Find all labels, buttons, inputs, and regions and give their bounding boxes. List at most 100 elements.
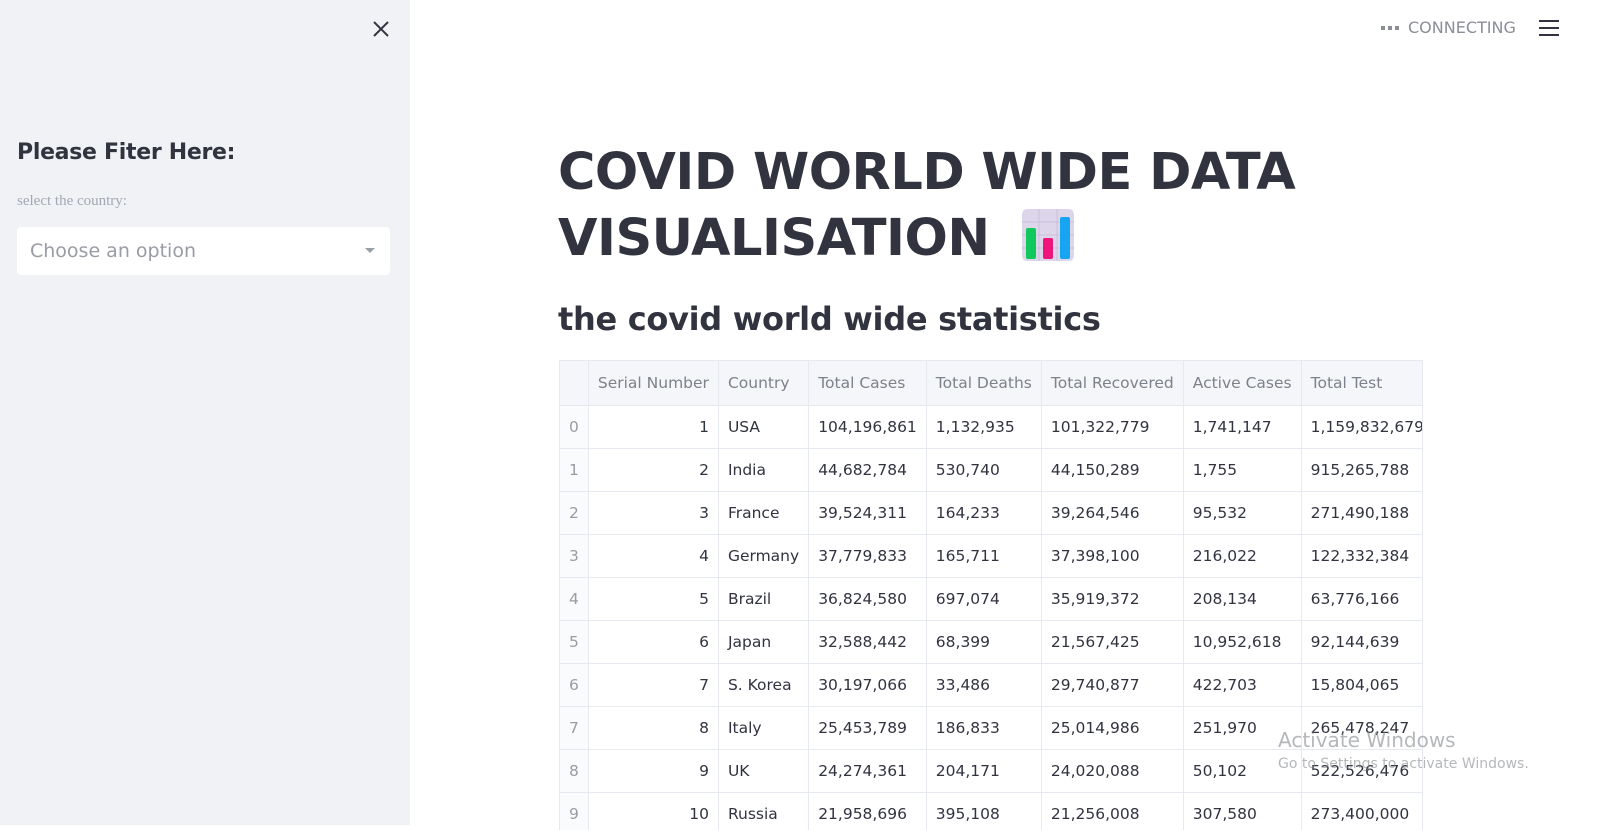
column-header[interactable]: Total Test: [1301, 361, 1422, 406]
index-column-header[interactable]: [560, 361, 589, 406]
table-cell[interactable]: 10,952,618: [1183, 620, 1302, 664]
table-cell[interactable]: 44,150,289: [1041, 448, 1184, 492]
row-index[interactable]: 8: [560, 749, 589, 793]
row-index[interactable]: 5: [560, 620, 589, 664]
column-header[interactable]: Country: [718, 361, 810, 406]
table-cell[interactable]: 25,014,986: [1041, 706, 1184, 750]
column-header[interactable]: Total Cases: [808, 361, 927, 406]
table-cell[interactable]: USA: [718, 405, 810, 449]
table-cell[interactable]: 1,132,935: [926, 405, 1042, 449]
table-cell[interactable]: 307,580: [1183, 792, 1302, 830]
connection-status: CONNECTING: [1381, 18, 1516, 37]
column-header[interactable]: Total Recovered: [1041, 361, 1184, 406]
table-cell[interactable]: 24,274,361: [808, 749, 927, 793]
table-cell[interactable]: 39,524,311: [808, 491, 927, 535]
table-cell[interactable]: 1: [588, 405, 719, 449]
column-header[interactable]: Serial Number: [588, 361, 719, 406]
table-cell[interactable]: 95,532: [1183, 491, 1302, 535]
table-cell[interactable]: 21,256,008: [1041, 792, 1184, 830]
table-cell[interactable]: 25,453,789: [808, 706, 927, 750]
table-cell[interactable]: 33,486: [926, 663, 1042, 707]
table-cell[interactable]: 6: [588, 620, 719, 664]
table-cell[interactable]: 9: [588, 749, 719, 793]
table-cell[interactable]: Russia: [718, 792, 810, 830]
main-menu-button[interactable]: [1539, 20, 1559, 36]
table-cell[interactable]: 4: [588, 534, 719, 578]
table-cell[interactable]: 63,776,166: [1301, 577, 1422, 621]
table-cell[interactable]: 186,833: [926, 706, 1042, 750]
row-index[interactable]: 7: [560, 706, 589, 750]
country-select[interactable]: Choose an option: [17, 227, 390, 275]
table-cell[interactable]: 164,233: [926, 491, 1042, 535]
table-cell[interactable]: 24,020,088: [1041, 749, 1184, 793]
table-cell[interactable]: 21,958,696: [808, 792, 927, 830]
row-index[interactable]: 3: [560, 534, 589, 578]
table-cell[interactable]: 39,264,546: [1041, 491, 1184, 535]
table-cell[interactable]: Italy: [718, 706, 810, 750]
table-row[interactable]: 6 7 S. Korea 30,197,066 33,486 29,740,877 422,…: [560, 663, 1422, 707]
table-row[interactable]: 3 4 Germany 37,779,833 165,711 37,398,100 216,…: [560, 534, 1422, 578]
table-cell[interactable]: 204,171: [926, 749, 1042, 793]
table-row[interactable]: 0 1 USA 104,196,861 1,132,935 101,322,779 1,74…: [560, 405, 1422, 449]
table-cell[interactable]: 44,682,784: [808, 448, 927, 492]
table-cell[interactable]: 29,740,877: [1041, 663, 1184, 707]
table-cell[interactable]: Brazil: [718, 577, 810, 621]
table-cell[interactable]: 15,804,065: [1301, 663, 1422, 707]
table-cell[interactable]: 32,588,442: [808, 620, 927, 664]
table-row[interactable]: 5 6 Japan 32,588,442 68,399 21,567,425 10,952,…: [560, 620, 1422, 664]
table-cell[interactable]: 422,703: [1183, 663, 1302, 707]
table-cell[interactable]: 271,490,188: [1301, 491, 1422, 535]
table-cell[interactable]: 1,741,147: [1183, 405, 1302, 449]
table-cell[interactable]: 3: [588, 491, 719, 535]
row-index[interactable]: 6: [560, 663, 589, 707]
table-row[interactable]: 2 3 France 39,524,311 164,233 39,264,546 95,53…: [560, 491, 1422, 535]
table-cell[interactable]: India: [718, 448, 810, 492]
table-cell[interactable]: 208,134: [1183, 577, 1302, 621]
table-cell[interactable]: 8: [588, 706, 719, 750]
table-cell[interactable]: 101,322,779: [1041, 405, 1184, 449]
country-select-placeholder: Choose an option: [30, 240, 196, 262]
table-cell[interactable]: 2: [588, 448, 719, 492]
table-row[interactable]: 1 2 India 44,682,784 530,740 44,150,289 1,755 9…: [560, 448, 1422, 492]
table-cell[interactable]: 915,265,788: [1301, 448, 1422, 492]
table-cell[interactable]: S. Korea: [718, 663, 810, 707]
table-cell[interactable]: 21,567,425: [1041, 620, 1184, 664]
table-cell[interactable]: Germany: [718, 534, 810, 578]
row-index[interactable]: 2: [560, 491, 589, 535]
column-header[interactable]: Total Deaths: [926, 361, 1042, 406]
table-cell[interactable]: Japan: [718, 620, 810, 664]
table-cell[interactable]: 36,824,580: [808, 577, 927, 621]
table-cell[interactable]: 395,108: [926, 792, 1042, 830]
table-cell[interactable]: 35,919,372: [1041, 577, 1184, 621]
page-title: COVID WORLD WIDE DATA VISUALISATION: [558, 140, 1296, 272]
table-cell[interactable]: 30,197,066: [808, 663, 927, 707]
table-cell[interactable]: 37,779,833: [808, 534, 927, 578]
table-row[interactable]: 4 5 Brazil 36,824,580 697,074 35,919,372 208,1…: [560, 577, 1422, 621]
connection-status-text: CONNECTING: [1408, 18, 1516, 37]
table-cell[interactable]: 216,022: [1183, 534, 1302, 578]
row-index[interactable]: 4: [560, 577, 589, 621]
table-cell[interactable]: 697,074: [926, 577, 1042, 621]
table-cell[interactable]: 1,755: [1183, 448, 1302, 492]
table-cell[interactable]: 1,159,832,679: [1301, 405, 1422, 449]
table-cell[interactable]: 165,711: [926, 534, 1042, 578]
table-row[interactable]: 9 10 Russia 21,958,696 395,108 21,256,008 307,…: [560, 792, 1422, 830]
table-cell[interactable]: 7: [588, 663, 719, 707]
status-dots-icon: [1381, 25, 1399, 30]
table-cell[interactable]: 68,399: [926, 620, 1042, 664]
table-cell[interactable]: 92,144,639: [1301, 620, 1422, 664]
row-index[interactable]: 9: [560, 792, 589, 830]
row-index[interactable]: 0: [560, 405, 589, 449]
table-cell[interactable]: 530,740: [926, 448, 1042, 492]
row-index[interactable]: 1: [560, 448, 589, 492]
table-cell[interactable]: France: [718, 491, 810, 535]
table-cell[interactable]: 5: [588, 577, 719, 621]
table-cell[interactable]: 273,400,000: [1301, 792, 1422, 830]
table-cell[interactable]: 122,332,384: [1301, 534, 1422, 578]
table-cell[interactable]: 10: [588, 792, 719, 830]
table-cell[interactable]: 104,196,861: [808, 405, 927, 449]
close-sidebar-button[interactable]: [370, 18, 392, 40]
table-cell[interactable]: 37,398,100: [1041, 534, 1184, 578]
column-header[interactable]: Active Cases: [1183, 361, 1302, 406]
table-cell[interactable]: UK: [718, 749, 810, 793]
